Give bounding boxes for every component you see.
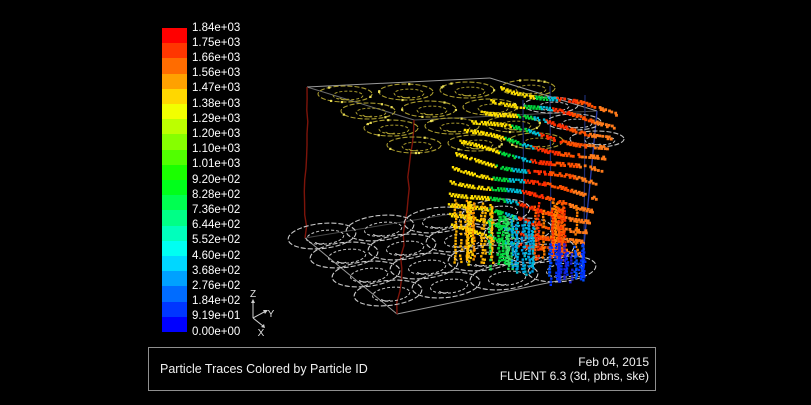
colorbar-band — [162, 286, 187, 301]
particle-trace-scene — [287, 78, 624, 314]
colorbar-level-label: 5.52e+02 — [192, 235, 240, 246]
colorbar-level-label: 9.20e+02 — [192, 175, 240, 186]
3d-viewport[interactable]: Z Y X — [0, 0, 811, 405]
colorbar-band — [162, 165, 187, 180]
colorbar-level-label: 1.66e+03 — [192, 53, 240, 64]
colorbar-band — [162, 271, 187, 286]
colorbar — [162, 28, 187, 332]
colorbar-band — [162, 195, 187, 210]
colorbar-band — [162, 241, 187, 256]
colorbar-level-label: 6.44e+02 — [192, 220, 240, 231]
fluent-graphics-window: Z Y X 1.84e+03 1.75e+03 1.66e+03 1.56e+03 1.… — [0, 0, 811, 405]
colorbar-legend: 1.84e+031.75e+031.66e+031.56e+031.47e+03… — [162, 28, 282, 344]
colorbar-level-label: 1.75e+03 — [192, 38, 240, 49]
colorbar-band — [162, 43, 187, 58]
colorbar-band — [162, 104, 187, 119]
caption-meta: Feb 04, 2015 FLUENT 6.3 (3d, pbns, ske) — [500, 355, 649, 383]
caption-box: Particle Traces Colored by Particle ID F… — [148, 347, 656, 391]
colorbar-level-label: 0.00e+00 — [192, 327, 240, 338]
colorbar-band — [162, 58, 187, 73]
colorbar-band — [162, 317, 187, 332]
colorbar-level-label: 3.68e+02 — [192, 266, 240, 277]
caption-solver: FLUENT 6.3 (3d, pbns, ske) — [500, 369, 649, 383]
colorbar-level-label: 7.36e+02 — [192, 205, 240, 216]
colorbar-level-label: 8.28e+02 — [192, 190, 240, 201]
colorbar-band — [162, 150, 187, 165]
colorbar-level-label: 4.60e+02 — [192, 251, 240, 262]
colorbar-level-label: 1.84e+03 — [192, 23, 240, 34]
colorbar-band — [162, 302, 187, 317]
colorbar-band — [162, 89, 187, 104]
scene-canvas: Z Y X — [0, 0, 811, 405]
colorbar-level-label: 1.38e+03 — [192, 99, 240, 110]
colorbar-level-label: 1.47e+03 — [192, 83, 240, 94]
colorbar-level-label: 9.19e+01 — [192, 311, 240, 322]
colorbar-band — [162, 210, 187, 225]
particle-clusters — [453, 199, 586, 286]
colorbar-level-label: 2.76e+02 — [192, 281, 240, 292]
colorbar-band — [162, 119, 187, 134]
colorbar-level-label: 1.84e+02 — [192, 296, 240, 307]
colorbar-level-label: 1.29e+03 — [192, 114, 240, 125]
colorbar-level-label: 1.01e+03 — [192, 159, 240, 170]
colorbar-band — [162, 74, 187, 89]
colorbar-band — [162, 226, 187, 241]
colorbar-band — [162, 28, 187, 43]
colorbar-band — [162, 134, 187, 149]
colorbar-labels: 1.84e+031.75e+031.66e+031.56e+031.47e+03… — [192, 28, 272, 344]
colorbar-band — [162, 180, 187, 195]
colorbar-level-label: 1.56e+03 — [192, 68, 240, 79]
colorbar-band — [162, 256, 187, 271]
caption-title: Particle Traces Colored by Particle ID — [160, 362, 368, 376]
colorbar-level-label: 1.20e+03 — [192, 129, 240, 140]
colorbar-level-label: 1.10e+03 — [192, 144, 240, 155]
caption-date: Feb 04, 2015 — [500, 355, 649, 369]
